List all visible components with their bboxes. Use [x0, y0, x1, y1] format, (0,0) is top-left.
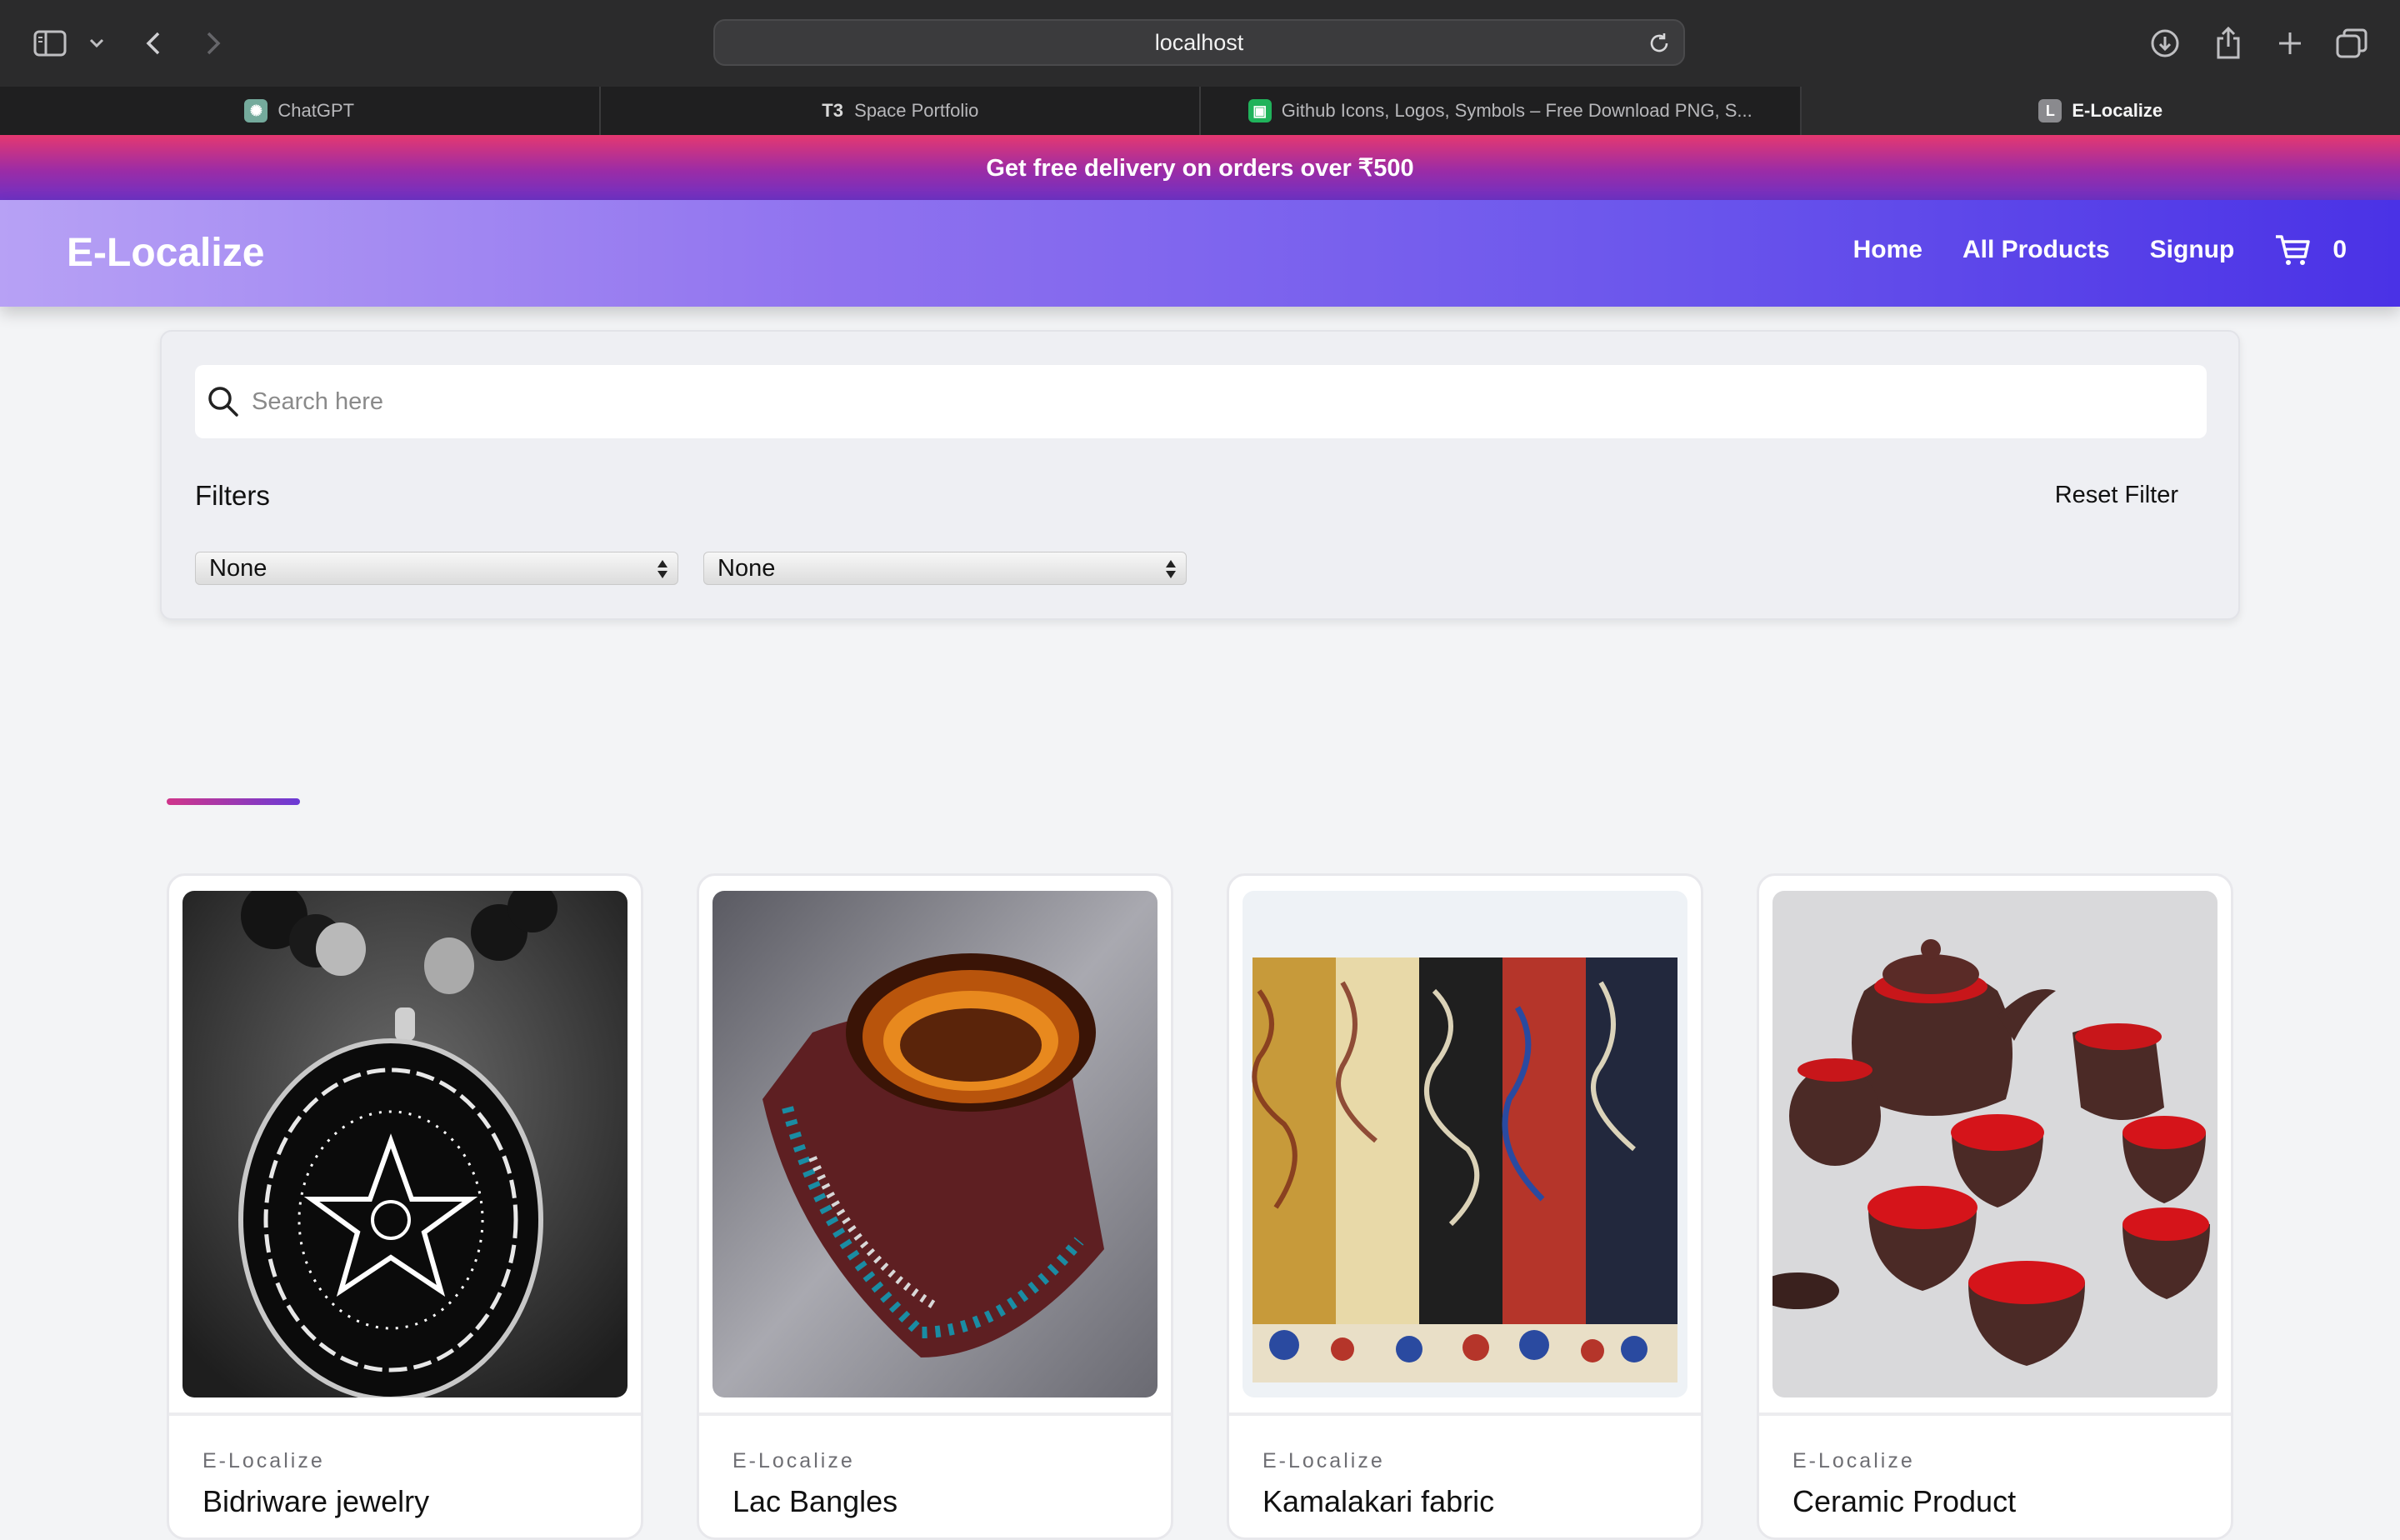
tab-title: E-Localize: [2072, 100, 2162, 122]
product-card[interactable]: E-Localize Kamalakari fabric: [1227, 873, 1703, 1540]
cart-button[interactable]: 0: [2274, 233, 2347, 267]
l-icon: L: [2038, 99, 2062, 122]
new-tab-icon[interactable]: [2272, 25, 2308, 62]
nav-link-home[interactable]: Home: [1853, 236, 1922, 264]
cart-count: 0: [2332, 236, 2347, 264]
tab-bar: ✺ ChatGPT T3 Space Portfolio ▣ Github Ic…: [0, 87, 2400, 135]
card-divider: [1229, 1412, 1701, 1416]
tab-overview-icon[interactable]: [2333, 25, 2370, 62]
search-icon: [207, 385, 240, 418]
card-divider: [169, 1412, 641, 1416]
tab-github-icons[interactable]: ▣ Github Icons, Logos, Symbols – Free Do…: [1201, 87, 1802, 135]
search-box: [195, 365, 2207, 438]
chatgpt-icon: ✺: [244, 99, 268, 122]
product-name[interactable]: Bidriware jewelry: [202, 1484, 429, 1519]
tab-title: Space Portfolio: [854, 100, 978, 122]
product-name[interactable]: Kamalakari fabric: [1262, 1484, 1494, 1519]
promo-banner: Get free delivery on orders over ₹500: [0, 135, 2400, 200]
product-name[interactable]: Ceramic Product: [1792, 1484, 2016, 1519]
tab-space-portfolio[interactable]: T3 Space Portfolio: [601, 87, 1202, 135]
share-icon[interactable]: [2210, 25, 2247, 62]
product-card[interactable]: E-Localize Lac Bangles: [697, 873, 1173, 1540]
address-bar[interactable]: localhost: [713, 19, 1685, 66]
product-vendor: E-Localize: [1262, 1449, 1385, 1473]
browser-toolbar: localhost: [0, 0, 2400, 87]
product-vendor: E-Localize: [202, 1449, 325, 1473]
product-image[interactable]: [1772, 891, 2218, 1398]
product-image[interactable]: [1242, 891, 1688, 1398]
promo-text: Get free delivery on orders over ₹500: [986, 153, 1413, 182]
select-value: None: [718, 555, 775, 582]
filters-heading: Filters: [195, 480, 270, 512]
nav-link-signup[interactable]: Signup: [2150, 236, 2235, 264]
sidebar-toggle-icon[interactable]: [32, 25, 68, 62]
filter-select-1[interactable]: None: [195, 552, 678, 585]
select-arrows-icon: [656, 558, 669, 581]
tab-chatgpt[interactable]: ✺ ChatGPT: [0, 87, 601, 135]
back-icon[interactable]: [135, 25, 172, 62]
reload-icon[interactable]: [1647, 31, 1672, 56]
card-divider: [699, 1412, 1171, 1416]
navbar: E-Localize Home All Products Signup 0: [0, 200, 2400, 307]
product-name[interactable]: Lac Bangles: [732, 1484, 898, 1519]
download-icon[interactable]: [2147, 25, 2183, 62]
filter-panel: Filters Reset Filter None None: [160, 330, 2240, 620]
product-vendor: E-Localize: [732, 1449, 855, 1473]
product-card[interactable]: E-Localize Bidriware jewelry: [167, 873, 643, 1540]
brand-logo[interactable]: E-Localize: [67, 230, 264, 276]
product-image[interactable]: [712, 891, 1158, 1398]
tab-e-localize[interactable]: L E-Localize: [1802, 87, 2400, 135]
product-image[interactable]: [182, 891, 628, 1398]
product-vendor: E-Localize: [1792, 1449, 1915, 1473]
forward-icon[interactable]: [195, 25, 232, 62]
url-text: localhost: [1155, 30, 1244, 56]
filter-select-2[interactable]: None: [703, 552, 1187, 585]
nav-link-all-products[interactable]: All Products: [1962, 236, 2110, 264]
reset-filter-button[interactable]: Reset Filter: [2055, 482, 2178, 509]
product-card[interactable]: E-Localize Ceramic Product: [1757, 873, 2233, 1540]
section-accent-bar: [167, 798, 300, 805]
tab-title: Github Icons, Logos, Symbols – Free Down…: [1282, 100, 1752, 122]
t3-icon: T3: [821, 99, 844, 122]
tab-title: ChatGPT: [278, 100, 354, 122]
cart-icon: [2274, 233, 2311, 267]
iconscout-icon: ▣: [1248, 99, 1272, 122]
search-input[interactable]: [250, 388, 2087, 417]
select-arrows-icon: [1164, 558, 1178, 581]
card-divider: [1759, 1412, 2231, 1416]
chevron-down-icon[interactable]: [80, 25, 113, 62]
select-value: None: [209, 555, 267, 582]
nav-links: Home All Products Signup 0: [1853, 233, 2347, 267]
